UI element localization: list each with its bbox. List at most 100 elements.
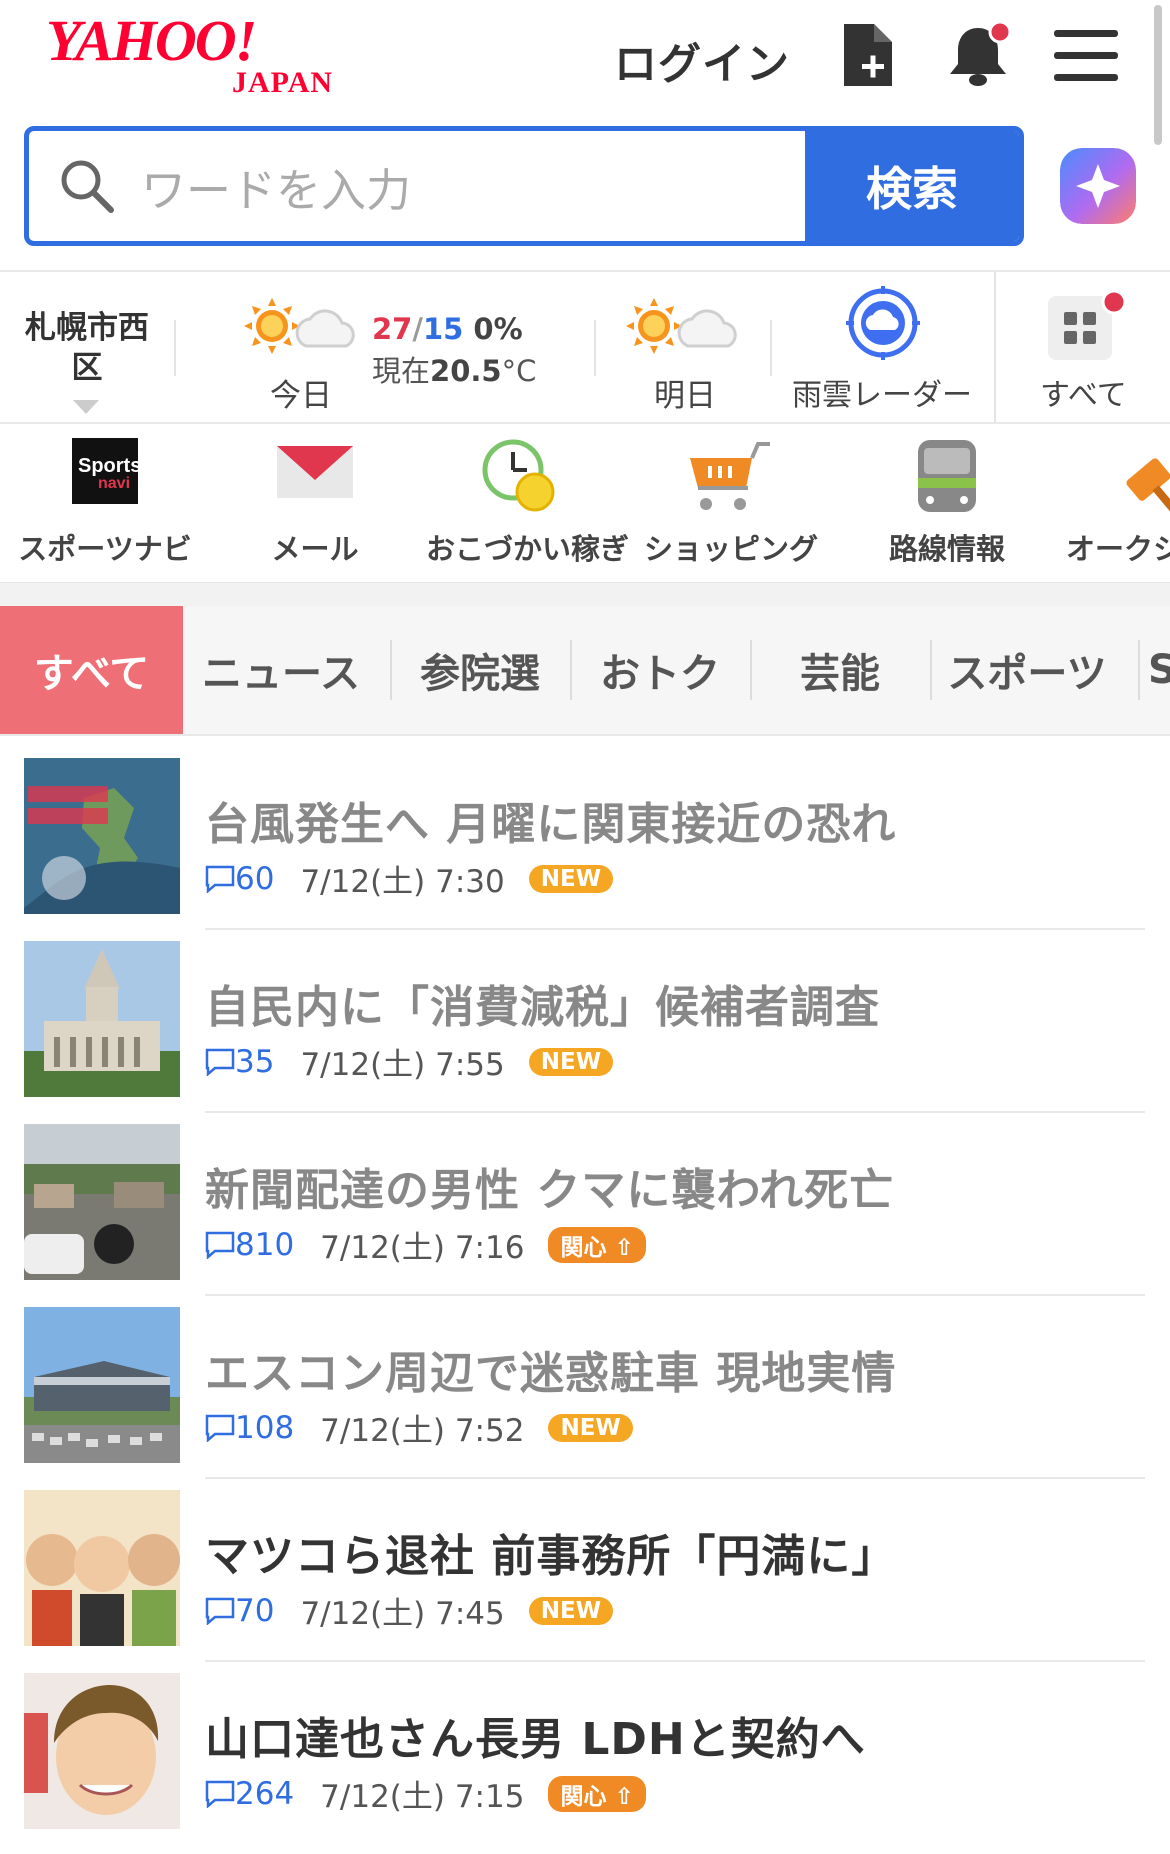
rain-radar-label[interactable]: 雨雲レーダー xyxy=(792,370,972,414)
tab-sports[interactable]: スポーツ xyxy=(932,606,1122,734)
news-meta: 35 7/12(土) 7:55 NEW xyxy=(205,1039,614,1084)
tomorrow-label[interactable]: 明日 xyxy=(654,370,716,415)
comment-icon xyxy=(205,1048,235,1076)
new-badge: NEW xyxy=(528,864,614,893)
comment-number: 810 xyxy=(235,1226,295,1263)
today-label: 今日 xyxy=(270,378,332,414)
rain-chance: 0% xyxy=(473,312,523,346)
stadium-image xyxy=(24,1307,180,1463)
news-meta: 60 7/12(土) 7:30 NEW xyxy=(205,856,614,901)
tab-separator xyxy=(1138,640,1140,700)
news-item[interactable]: マツコら退社 前事務所「円満に」 70 7/12(土) 7:45 NEW xyxy=(0,1488,1170,1671)
search-icon xyxy=(61,160,114,213)
yahoo-japan-logo[interactable]: YAHOO! JAPAN xyxy=(46,8,366,98)
news-title[interactable]: 自民内に「消費減税」候補者調査 xyxy=(205,971,880,1035)
news-title[interactable]: エスコン周辺で迷惑駐車 現地実情 xyxy=(205,1337,896,1401)
diet-building-image xyxy=(24,941,180,1097)
comment-count[interactable]: 70 xyxy=(205,1593,274,1629)
news-time: 7/12(土) 7:16 xyxy=(320,1230,525,1266)
search-input[interactable]: ワードを入力 xyxy=(29,131,805,241)
new-badge: NEW xyxy=(528,1047,614,1076)
tab-entertainment[interactable]: 芸能 xyxy=(752,606,928,734)
interest-badge: 関心 ⇧ xyxy=(548,1775,646,1812)
search-button[interactable]: 検索 xyxy=(805,131,1019,241)
location-dropdown-icon[interactable] xyxy=(73,400,99,414)
bear-attack-scene-image xyxy=(24,1124,180,1280)
news-time: 7/12(土) 7:55 xyxy=(300,1047,505,1083)
all-services-label[interactable]: すべて xyxy=(1040,370,1127,414)
scrollbar[interactable] xyxy=(1154,5,1162,145)
service-label: オークシ xyxy=(1066,532,1170,566)
weather-bar: 札幌市西区 今日 27/15 0% 現在20.5°C 明日 雨雲レーダー すべて xyxy=(0,270,1170,424)
comment-icon xyxy=(205,865,235,893)
news-item[interactable]: 台風発生へ 月曜に関東接近の恐れ 60 7/12(土) 7:30 NEW xyxy=(0,756,1170,939)
current-temperature: 現在20.5°C xyxy=(372,348,536,390)
news-title[interactable]: 新聞配達の男性 クマに襲われ死亡 xyxy=(205,1154,894,1218)
tab-news[interactable]: ニュース xyxy=(188,606,374,734)
news-thumbnail xyxy=(24,1307,180,1463)
svg-text:YAHOO!: YAHOO! xyxy=(46,8,255,73)
divider xyxy=(205,1660,1145,1662)
auction-hammer-icon xyxy=(1126,458,1170,514)
comment-count[interactable]: 35 xyxy=(205,1044,274,1080)
now-temp: 20.5 xyxy=(430,354,502,388)
news-item[interactable]: 新聞配達の男性 クマに襲われ死亡 810 7/12(土) 7:16 関心 ⇧ xyxy=(0,1122,1170,1305)
svg-text:navi: navi xyxy=(98,475,130,492)
interest-badge-label: 関心 xyxy=(560,1234,607,1261)
service-label: ショッピング xyxy=(643,532,818,566)
ai-assistant-icon[interactable] xyxy=(1060,148,1136,224)
comment-count[interactable]: 60 xyxy=(205,861,274,897)
typhoon-map-image xyxy=(24,758,180,914)
rain-radar-icon[interactable] xyxy=(846,286,920,360)
comment-number: 60 xyxy=(235,860,275,897)
news-meta: 810 7/12(土) 7:16 関心 ⇧ xyxy=(205,1222,646,1267)
tab-election[interactable]: 参院選 xyxy=(392,606,568,734)
news-thumbnail xyxy=(24,1124,180,1280)
comment-count[interactable]: 108 xyxy=(205,1410,294,1446)
comment-count[interactable]: 810 xyxy=(205,1227,294,1263)
tab-deals[interactable]: おトク xyxy=(572,606,748,734)
celebrities-image xyxy=(24,1490,180,1646)
mail-icon xyxy=(277,446,353,498)
notification-bell-icon[interactable] xyxy=(944,20,1014,90)
news-title[interactable]: 台風発生へ 月曜に関東接近の恐れ xyxy=(205,788,896,852)
news-meta: 70 7/12(土) 7:45 NEW xyxy=(205,1588,614,1633)
divider xyxy=(205,1294,1145,1296)
header: YAHOO! JAPAN ログイン xyxy=(0,0,1170,120)
news-time: 7/12(土) 7:45 xyxy=(300,1596,505,1632)
news-thumbnail xyxy=(24,941,180,1097)
search-placeholder: ワードを入力 xyxy=(141,163,412,217)
news-title[interactable]: マツコら退社 前事務所「円満に」 xyxy=(205,1520,896,1584)
divider xyxy=(205,928,1145,930)
all-services-icon[interactable] xyxy=(1048,290,1128,360)
interest-badge: 関心 ⇧ xyxy=(548,1226,646,1263)
comment-icon xyxy=(205,1597,235,1625)
news-item[interactable]: 自民内に「消費減税」候補者調査 35 7/12(土) 7:55 NEW xyxy=(0,939,1170,1122)
tab-all[interactable]: すべて xyxy=(0,606,183,734)
tab-more[interactable]: S xyxy=(1148,606,1170,734)
shopping-cart-icon xyxy=(690,442,770,510)
temp-slash: / xyxy=(412,312,423,346)
interest-badge-label: 関心 xyxy=(560,1783,607,1810)
new-document-icon[interactable] xyxy=(840,20,896,90)
comment-icon xyxy=(205,1414,235,1442)
news-item[interactable]: エスコン周辺で迷惑駐車 現地実情 108 7/12(土) 7:52 NEW xyxy=(0,1305,1170,1488)
hamburger-menu-icon[interactable] xyxy=(1054,30,1118,82)
service-label: おこづかい稼ぎ xyxy=(426,532,630,566)
comment-number: 264 xyxy=(235,1775,295,1812)
news-title[interactable]: 山口達也さん長男 LDHと契約へ xyxy=(205,1703,866,1767)
portrait-image xyxy=(24,1673,180,1829)
tomorrow-weather-icon[interactable] xyxy=(622,290,742,360)
news-item[interactable]: 山口達也さん長男 LDHと契約へ 264 7/12(土) 7:15 関心 ⇧ xyxy=(0,1671,1170,1854)
comment-count[interactable]: 264 xyxy=(205,1776,294,1812)
svg-text:Sports: Sports xyxy=(78,455,138,477)
sportsnavi-icon: Sports navi xyxy=(72,438,138,504)
news-time: 7/12(土) 7:15 xyxy=(320,1779,525,1815)
service-label: 路線情報 xyxy=(888,532,1005,566)
location-selector[interactable]: 札幌市西区 xyxy=(20,308,154,388)
divider xyxy=(594,320,596,376)
login-link[interactable]: ログイン xyxy=(614,30,790,92)
news-meta: 108 7/12(土) 7:52 NEW xyxy=(205,1405,633,1450)
news-time: 7/12(土) 7:30 xyxy=(300,864,505,900)
svg-text:JAPAN: JAPAN xyxy=(232,66,333,98)
